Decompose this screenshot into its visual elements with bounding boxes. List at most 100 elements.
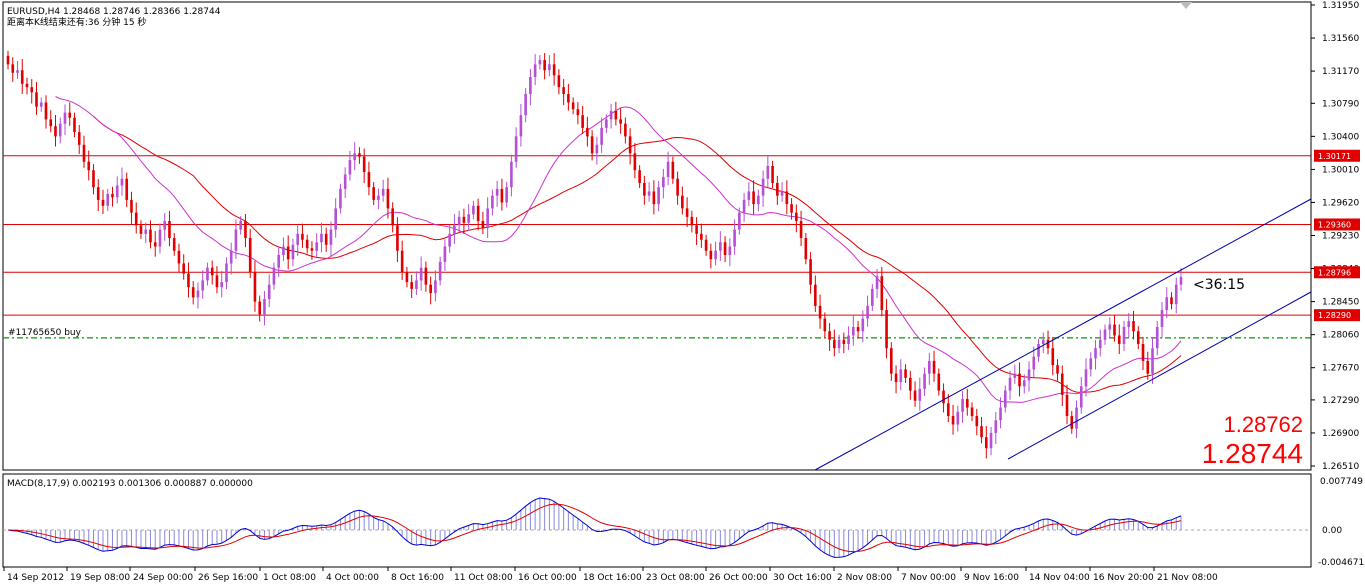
candle-body — [804, 238, 808, 260]
candle-body — [139, 225, 143, 234]
candle-body — [92, 170, 95, 188]
candle-body — [600, 127, 603, 145]
candle-body — [49, 119, 53, 127]
candle-body — [481, 221, 485, 228]
candle-body — [590, 136, 594, 154]
candle-body — [956, 411, 960, 425]
price-level-tag-label: 1.28796 — [1318, 268, 1351, 277]
candle-body — [286, 246, 290, 260]
candle-body — [761, 178, 765, 196]
candle-body — [814, 284, 817, 306]
candle-body — [937, 373, 941, 391]
candle-body — [495, 188, 499, 196]
candle-body — [913, 390, 917, 401]
candle-body — [994, 420, 998, 433]
candle-body — [842, 339, 846, 344]
candle-body — [1079, 386, 1083, 408]
candle-body — [239, 221, 243, 230]
candle-body — [1136, 331, 1140, 344]
candle-body — [182, 263, 186, 274]
candle-body — [1056, 365, 1059, 374]
candle-body — [571, 102, 575, 110]
candle-body — [852, 327, 855, 336]
time-tick-label: 8 Oct 16:00 — [391, 573, 444, 583]
candle-body — [96, 187, 100, 200]
price-tick-label: 1.30400 — [1322, 132, 1359, 142]
candle-body — [567, 93, 570, 103]
time-tick-label: 14 Nov 04:00 — [1029, 573, 1090, 583]
candle-body — [1051, 348, 1055, 366]
candle-body — [885, 310, 888, 349]
candle-body — [818, 305, 822, 319]
candle-body — [970, 407, 974, 417]
candle-body — [633, 153, 637, 171]
price-tick-label: 1.27670 — [1322, 364, 1359, 374]
candle-body — [149, 229, 152, 243]
candle-body — [652, 191, 656, 205]
chart[interactable]: EURUSD,H4 1.28468 1.28746 1.28366 1.2874… — [0, 0, 1365, 585]
candle-body — [63, 112, 67, 124]
candle-body — [424, 267, 428, 285]
price-tick-label: 1.31950 — [1322, 1, 1359, 11]
candle-body — [491, 195, 494, 209]
candle-body — [158, 229, 162, 247]
candle-body — [1089, 358, 1093, 370]
candle-body — [1075, 407, 1078, 429]
candle-body — [30, 87, 34, 93]
price-tick-label: 1.27290 — [1322, 396, 1359, 406]
time-tick-label: 16 Nov 20:00 — [1093, 573, 1154, 583]
candle-body — [386, 188, 390, 209]
price-level-tag-label: 1.29360 — [1318, 220, 1351, 229]
candle-body — [681, 195, 684, 209]
candle-body — [738, 212, 741, 230]
macd-tick-top: 0.007749 — [1320, 477, 1363, 487]
candle-body — [742, 199, 746, 213]
candle-body — [168, 221, 171, 239]
candle-body — [443, 246, 447, 262]
candle-body — [438, 261, 442, 281]
candle-body — [586, 127, 589, 137]
candle-body — [39, 102, 43, 107]
candle-body — [747, 191, 751, 200]
candle-body — [315, 242, 318, 251]
candle-body — [44, 102, 48, 120]
candle-body — [291, 244, 295, 260]
candle-body — [177, 250, 181, 264]
candle-body — [899, 369, 903, 383]
time-tick-label: 9 Nov 16:00 — [964, 573, 1019, 583]
candle-body — [296, 233, 299, 245]
candle-body — [130, 199, 133, 213]
candle-body — [1103, 329, 1107, 340]
candle-body — [201, 280, 205, 291]
candle-body — [343, 174, 347, 189]
candle-body — [657, 187, 660, 205]
candle-body — [909, 377, 912, 391]
candle-body — [581, 115, 584, 128]
candle-body — [367, 171, 371, 188]
candle-body — [628, 136, 632, 154]
candle-body — [1098, 339, 1102, 349]
candle-body — [524, 93, 527, 116]
time-tick-label: 7 Nov 00:00 — [901, 573, 956, 583]
candle-body — [1117, 335, 1121, 344]
candle-body — [467, 214, 470, 223]
candle-body — [358, 153, 361, 157]
price-tick-label: 1.31560 — [1322, 34, 1359, 44]
candle-body — [196, 290, 200, 298]
candle-body — [505, 187, 508, 203]
candle-body — [234, 229, 238, 251]
candle-body — [187, 273, 190, 288]
candle-body — [1084, 369, 1088, 387]
candle-body — [377, 195, 380, 200]
candle-body — [533, 64, 537, 78]
price-tick-label: 1.28450 — [1322, 298, 1359, 308]
candle-body — [529, 77, 532, 94]
candle-body — [666, 161, 670, 178]
candle-body — [339, 188, 342, 209]
timer-label: <36:15 — [1193, 277, 1245, 293]
candle-body — [1022, 380, 1026, 387]
price-tick-label: 1.26900 — [1322, 429, 1359, 439]
time-tick-label: 1 Oct 08:00 — [263, 573, 316, 583]
candle-body — [662, 177, 665, 188]
candle-body — [448, 233, 451, 247]
